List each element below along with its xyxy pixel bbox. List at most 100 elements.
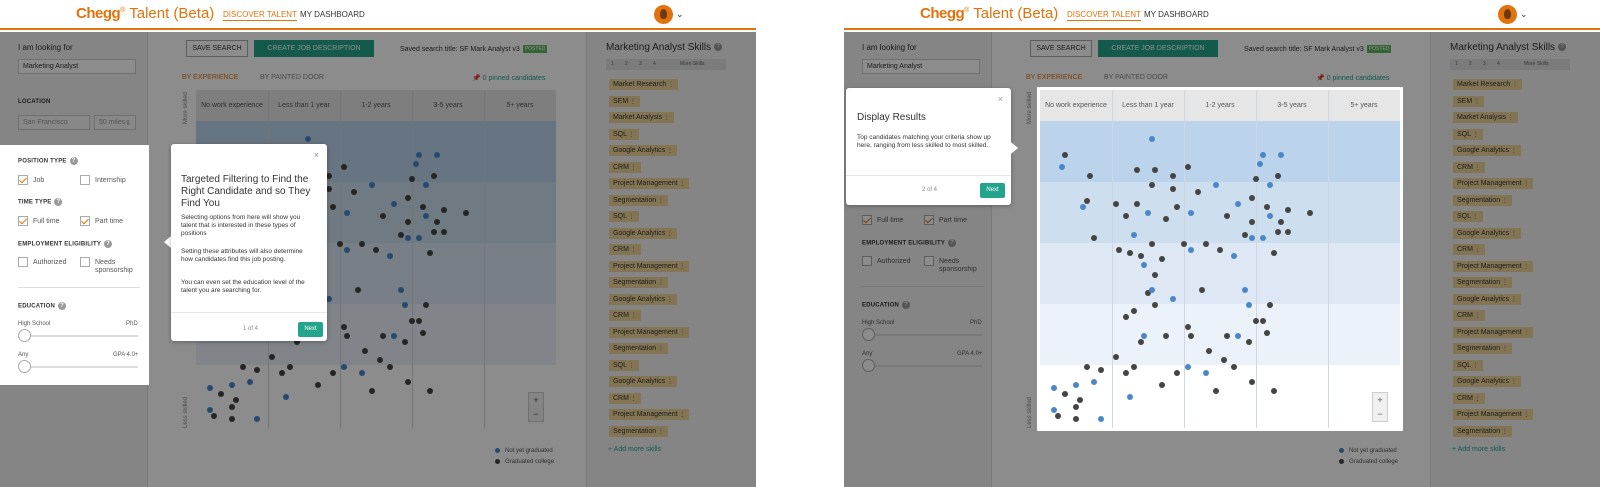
popup-divider: [171, 312, 327, 313]
top-bar: Chegg® Talent (Beta) DISCOVER TALENT MY …: [844, 0, 1600, 30]
candidate-dot-graduated[interactable]: [1202, 240, 1209, 247]
candidate-dot-graduated[interactable]: [1274, 228, 1281, 235]
logo[interactable]: Chegg® Talent (Beta): [920, 5, 1058, 22]
candidate-dot-graduated[interactable]: [1073, 403, 1079, 410]
candidate-dot-graduated[interactable]: [1130, 363, 1137, 370]
nav-discover-talent[interactable]: DISCOVER TALENT: [223, 10, 297, 21]
chart-gridline: [1184, 90, 1185, 428]
candidate-dot-graduated[interactable]: [1184, 164, 1191, 171]
candidate-dot-graduated[interactable]: [1181, 240, 1187, 247]
candidate-dot-graduated[interactable]: [1130, 308, 1137, 315]
candidate-dot-graduated[interactable]: [1127, 250, 1133, 256]
help-icon[interactable]: ?: [104, 240, 113, 248]
candidate-dot-graduated[interactable]: [1199, 286, 1205, 293]
candidate-dot-not-graduated[interactable]: [1073, 382, 1079, 389]
authorized-label: Authorized: [33, 259, 67, 266]
zoom-in-button[interactable]: +: [1373, 393, 1387, 407]
nav-discover-talent[interactable]: DISCOVER TALENT: [1067, 10, 1141, 21]
candidate-dot-graduated[interactable]: [1217, 246, 1223, 253]
candidate-dot-graduated[interactable]: [1098, 366, 1105, 373]
candidate-dot-graduated[interactable]: [1137, 339, 1144, 346]
candidate-dot-graduated[interactable]: [1173, 369, 1180, 376]
candidate-dot-graduated[interactable]: [1083, 197, 1090, 204]
candidate-dot-not-graduated[interactable]: [1260, 151, 1267, 158]
candidate-dot-graduated[interactable]: [1242, 231, 1249, 238]
logo[interactable]: Chegg® Talent (Beta): [76, 5, 214, 22]
help-icon[interactable]: ?: [69, 157, 78, 165]
candidate-dot-graduated[interactable]: [1271, 250, 1277, 256]
candidate-dot-graduated[interactable]: [1263, 203, 1270, 210]
nav-my-dashboard[interactable]: MY DASHBOARD: [300, 10, 365, 19]
candidate-dot-not-graduated[interactable]: [1051, 406, 1058, 413]
education-slider-handle[interactable]: [18, 329, 31, 342]
part-time-checkbox[interactable]: [80, 216, 90, 226]
candidate-dot-graduated[interactable]: [1253, 317, 1259, 324]
candidate-dot-graduated[interactable]: [1152, 271, 1159, 278]
candidate-dot-not-graduated[interactable]: [1235, 332, 1241, 339]
candidate-dot-graduated[interactable]: [1170, 185, 1177, 192]
candidate-dot-graduated[interactable]: [1112, 200, 1119, 207]
next-button[interactable]: Next: [298, 322, 323, 337]
candidate-dot-graduated[interactable]: [1173, 203, 1180, 210]
popup-text-1: Selecting options from here will show yo…: [181, 214, 301, 237]
candidate-dot-not-graduated[interactable]: [1148, 286, 1155, 293]
candidate-dot-graduated[interactable]: [1076, 397, 1083, 404]
gpa-slider-handle[interactable]: [18, 360, 31, 373]
skill-band: [1040, 182, 1400, 243]
part-time-label: Part time: [95, 218, 124, 225]
internship-checkbox[interactable]: [80, 175, 90, 185]
candidate-dot-not-graduated[interactable]: [1058, 164, 1065, 171]
candidate-dot-not-graduated[interactable]: [1245, 302, 1252, 309]
chart-gridline: [1112, 90, 1113, 428]
candidate-dot-not-graduated[interactable]: [1278, 151, 1285, 158]
candidate-dot-graduated[interactable]: [1263, 329, 1270, 336]
avatar[interactable]: [1498, 5, 1517, 24]
next-button[interactable]: Next: [980, 183, 1005, 198]
candidate-dot-not-graduated[interactable]: [1242, 286, 1249, 293]
help-icon[interactable]: ?: [58, 302, 67, 310]
candidate-dot-not-graduated[interactable]: [1235, 200, 1241, 207]
candidate-dot-not-graduated[interactable]: [1091, 378, 1097, 385]
education-slider-track[interactable]: [22, 335, 138, 337]
candidate-dot-graduated[interactable]: [1137, 253, 1144, 260]
job-checkbox[interactable]: [18, 175, 28, 185]
close-icon[interactable]: ×: [314, 150, 319, 160]
help-icon[interactable]: ?: [54, 198, 63, 206]
candidate-dot-graduated[interactable]: [1285, 228, 1292, 235]
tour-overlay: [844, 428, 1600, 487]
candidate-dot-graduated[interactable]: [1055, 412, 1061, 419]
tour-overlay: [0, 385, 756, 487]
authorized-checkbox[interactable]: [18, 257, 28, 267]
candidate-dot-not-graduated[interactable]: [1130, 231, 1137, 238]
chevron-down-icon[interactable]: ⌄: [1520, 9, 1528, 20]
gpa-slider-track[interactable]: [22, 366, 138, 368]
avatar[interactable]: [654, 5, 673, 24]
candidate-dot-graduated[interactable]: [1083, 363, 1090, 370]
chart-gridline: [1328, 90, 1329, 428]
candidate-dot-not-graduated[interactable]: [1098, 415, 1105, 422]
full-time-checkbox[interactable]: [18, 216, 28, 226]
candidate-dot-graduated[interactable]: [1260, 317, 1267, 324]
candidate-dot-graduated[interactable]: [1245, 339, 1252, 346]
candidate-dot-graduated[interactable]: [1148, 240, 1155, 247]
candidate-dot-graduated[interactable]: [1163, 332, 1169, 339]
candidate-dot-graduated[interactable]: [1112, 354, 1119, 361]
candidate-dot-graduated[interactable]: [1184, 323, 1191, 330]
candidate-dot-not-graduated[interactable]: [1202, 369, 1209, 376]
tour-overlay: [1400, 90, 1600, 428]
candidate-dot-not-graduated[interactable]: [1184, 363, 1191, 370]
candidate-dot-graduated[interactable]: [1073, 415, 1079, 422]
popup-step-count: 2 of 4: [922, 187, 938, 193]
needs-sponsorship-checkbox[interactable]: [80, 257, 90, 267]
needs-sponsorship-label: Needs sponsorship: [95, 259, 133, 274]
candidate-dot-not-graduated[interactable]: [1256, 160, 1263, 167]
candidate-dot-graduated[interactable]: [1062, 151, 1069, 158]
zoom-out-button[interactable]: −: [1373, 407, 1387, 421]
nav-my-dashboard[interactable]: MY DASHBOARD: [1144, 10, 1209, 19]
chevron-down-icon[interactable]: ⌄: [676, 9, 684, 20]
candidate-dot-graduated[interactable]: [1274, 173, 1281, 180]
candidate-dot-not-graduated[interactable]: [1260, 234, 1267, 241]
popup-arrow: [1011, 142, 1018, 154]
candidate-dot-graduated[interactable]: [1091, 234, 1097, 241]
close-icon[interactable]: ×: [998, 94, 1003, 104]
